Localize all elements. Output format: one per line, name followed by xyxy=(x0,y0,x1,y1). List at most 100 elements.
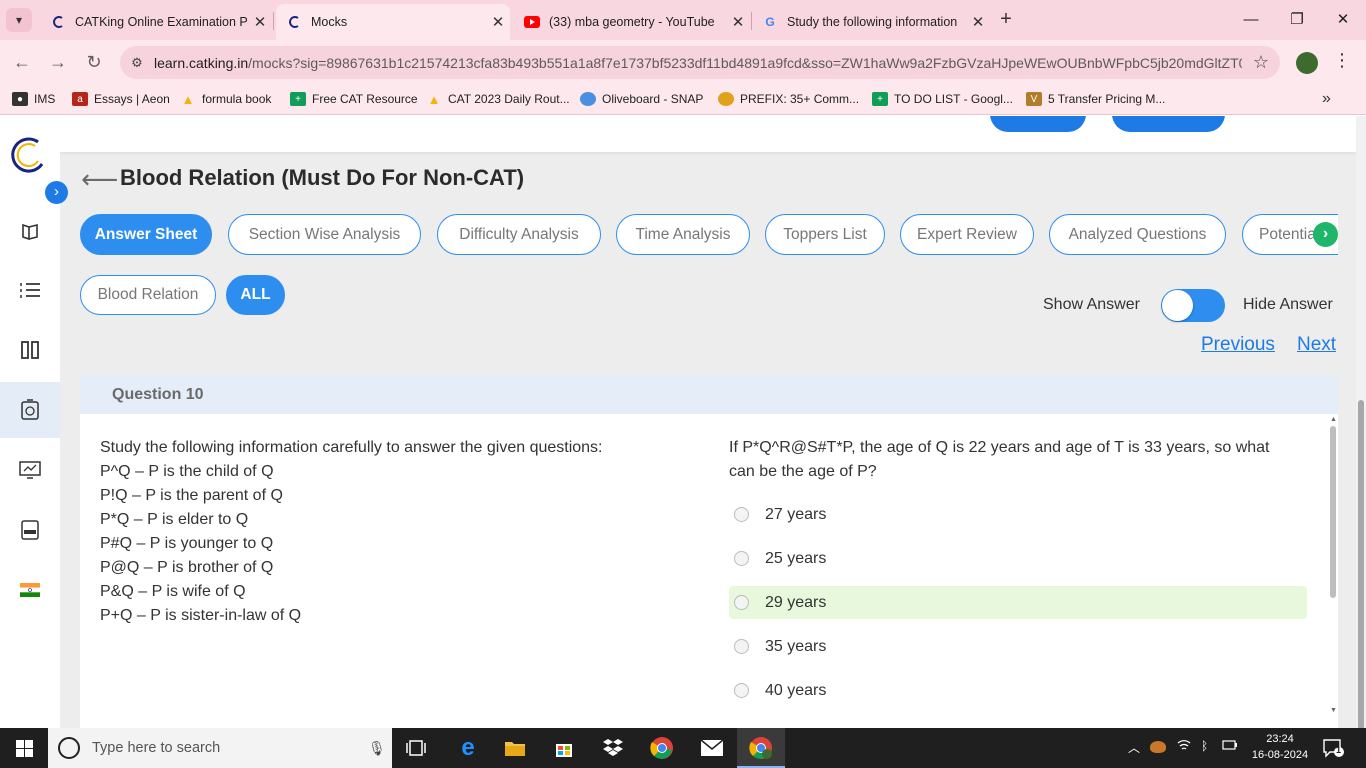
battery-icon[interactable] xyxy=(1222,739,1238,753)
browser-tab[interactable]: CATKing Online Examination Pl ✕ xyxy=(40,4,272,40)
answer-toggle[interactable] xyxy=(1161,289,1225,322)
close-window-icon[interactable]: ✕ xyxy=(1320,6,1366,34)
site-info-icon[interactable]: ⚙ xyxy=(120,55,154,71)
mock-test-icon[interactable] xyxy=(0,382,60,438)
option-label: 35 years xyxy=(765,637,827,655)
answer-option[interactable]: 25 years xyxy=(729,542,1307,575)
filter-all[interactable]: ALL xyxy=(226,275,285,315)
notification-center-icon[interactable]: 1 xyxy=(1322,738,1346,758)
tab-answer-sheet[interactable]: Answer Sheet xyxy=(80,214,212,255)
restore-icon[interactable]: ❐ xyxy=(1274,6,1320,34)
bluetooth-icon[interactable]: ᛒ xyxy=(1201,739,1208,753)
radio-button[interactable] xyxy=(734,639,749,654)
back-arrow-icon[interactable]: ⟵ xyxy=(81,164,118,195)
bookmarks-overflow-icon[interactable]: » xyxy=(1322,90,1331,108)
bookmark-item[interactable]: Oliveboard - SNAP xyxy=(580,92,703,106)
bookmark-label: CAT 2023 Daily Rout... xyxy=(448,92,570,106)
drive-icon: ▲ xyxy=(427,91,441,107)
tab-analyzed-questions[interactable]: Analyzed Questions xyxy=(1049,214,1226,255)
close-icon[interactable]: ✕ xyxy=(726,13,750,31)
previous-link[interactable]: Previous xyxy=(1201,334,1275,356)
tab-expert-review[interactable]: Expert Review xyxy=(900,214,1034,255)
scroll-down-icon[interactable]: ▼ xyxy=(1330,707,1337,714)
tab-title: (33) mba geometry - YouTube xyxy=(549,15,715,29)
dropbox-icon[interactable] xyxy=(597,732,629,764)
browser-tab[interactable]: G Study the following information ✕ xyxy=(752,4,990,40)
weather-icon[interactable] xyxy=(1150,741,1166,753)
wifi-icon[interactable] xyxy=(1177,739,1191,754)
india-flag-icon[interactable] xyxy=(0,562,60,618)
bookmark-item[interactable]: V 5 Transfer Pricing M... xyxy=(1026,92,1165,106)
chrome-menu-icon[interactable]: ⋮ xyxy=(1333,50,1351,71)
scroll-up-icon[interactable]: ▲ xyxy=(1330,416,1337,423)
monitor-chart-icon[interactable] xyxy=(0,442,60,498)
chrome-profile-icon[interactable] xyxy=(745,732,777,764)
answer-option[interactable]: 40 years xyxy=(729,674,1307,707)
microphone-icon[interactable]: 🎙 xyxy=(368,740,392,757)
expand-sidebar-button[interactable]: › xyxy=(45,181,68,204)
edge-icon[interactable]: e xyxy=(452,732,484,764)
tab-search-button[interactable]: ▾ xyxy=(6,8,32,32)
store-icon[interactable] xyxy=(548,732,580,764)
close-icon[interactable]: ✕ xyxy=(966,13,990,31)
passage-line: P#Q – P is younger to Q xyxy=(100,535,274,552)
header-button[interactable] xyxy=(990,116,1086,132)
forward-icon[interactable]: → xyxy=(44,48,72,76)
file-explorer-icon[interactable] xyxy=(499,732,531,764)
bookmark-item[interactable]: + TO DO LIST - Googl... xyxy=(872,92,1013,106)
filter-blood-relation[interactable]: Blood Relation xyxy=(80,275,216,315)
profile-avatar[interactable] xyxy=(1296,52,1318,74)
radio-button[interactable] xyxy=(734,595,749,610)
taskbar-search[interactable]: Type here to search 🎙 xyxy=(48,728,392,768)
reload-icon[interactable]: ↻ xyxy=(80,48,108,76)
radio-button[interactable] xyxy=(734,683,749,698)
close-icon[interactable]: ✕ xyxy=(486,13,510,31)
tab-difficulty-analysis[interactable]: Difficulty Analysis xyxy=(437,214,601,255)
question-header: Question 10 xyxy=(80,376,1338,414)
list-icon[interactable] xyxy=(0,262,60,318)
ebook-icon[interactable] xyxy=(0,502,60,558)
radio-button[interactable] xyxy=(734,551,749,566)
book-icon[interactable] xyxy=(0,204,60,260)
bookmark-item[interactable]: a Essays | Aeon xyxy=(72,92,170,106)
new-tab-button[interactable]: + xyxy=(994,8,1018,32)
tab-toppers-list[interactable]: Toppers List xyxy=(765,214,885,255)
close-icon[interactable]: ✕ xyxy=(248,13,272,31)
scrollbar-thumb[interactable] xyxy=(1330,426,1336,598)
scrollbar-thumb[interactable] xyxy=(1358,400,1364,728)
system-clock[interactable]: 23:24 16-08-2024 xyxy=(1250,731,1310,763)
sidebar xyxy=(0,116,60,728)
chrome-icon[interactable] xyxy=(646,732,678,764)
notification-count: 1 xyxy=(1336,745,1342,755)
next-link[interactable]: Next xyxy=(1297,334,1336,356)
page-scrollbar[interactable] xyxy=(1356,116,1366,728)
url-host: learn.catking.in xyxy=(154,54,249,71)
answer-option-correct[interactable]: 29 years xyxy=(729,586,1307,619)
catking-logo[interactable] xyxy=(8,134,48,174)
task-view-icon[interactable] xyxy=(400,732,432,764)
header-button[interactable] xyxy=(1112,116,1225,132)
bookmark-item[interactable]: + Free CAT Resource xyxy=(290,92,418,106)
columns-icon[interactable] xyxy=(0,322,60,378)
question-scrollbar[interactable]: ▲ ▼ xyxy=(1328,414,1338,728)
tabs-scroll-right-icon[interactable]: › xyxy=(1313,222,1338,247)
browser-tab-active[interactable]: Mocks ✕ xyxy=(276,4,510,40)
answer-option[interactable]: 35 years xyxy=(729,630,1307,663)
bookmark-item[interactable]: ▲ formula book xyxy=(180,92,272,107)
show-hidden-icons-icon[interactable]: ︿ xyxy=(1128,739,1140,756)
browser-tab[interactable]: (33) mba geometry - YouTube ✕ xyxy=(514,4,750,40)
mail-icon[interactable] xyxy=(696,732,728,764)
bookmark-item[interactable]: ▲ CAT 2023 Daily Rout... xyxy=(426,91,570,107)
radio-button[interactable] xyxy=(734,507,749,522)
back-icon[interactable]: ← xyxy=(8,48,36,76)
bookmark-item[interactable]: ● IMS xyxy=(12,92,55,106)
tab-separator xyxy=(273,12,274,30)
answer-option[interactable]: 27 years xyxy=(729,498,1307,531)
address-bar[interactable]: ⚙ learn.catking.in/mocks?sig=89867631b1c… xyxy=(120,46,1280,79)
windows-start-icon[interactable] xyxy=(0,728,48,768)
tab-section-wise-analysis[interactable]: Section Wise Analysis xyxy=(228,214,421,255)
minimize-icon[interactable]: — xyxy=(1228,6,1274,34)
bookmark-star-icon[interactable]: ☆ xyxy=(1242,52,1280,73)
bookmark-item[interactable]: PREFIX: 35+ Comm... xyxy=(718,92,859,106)
tab-time-analysis[interactable]: Time Analysis xyxy=(616,214,750,255)
